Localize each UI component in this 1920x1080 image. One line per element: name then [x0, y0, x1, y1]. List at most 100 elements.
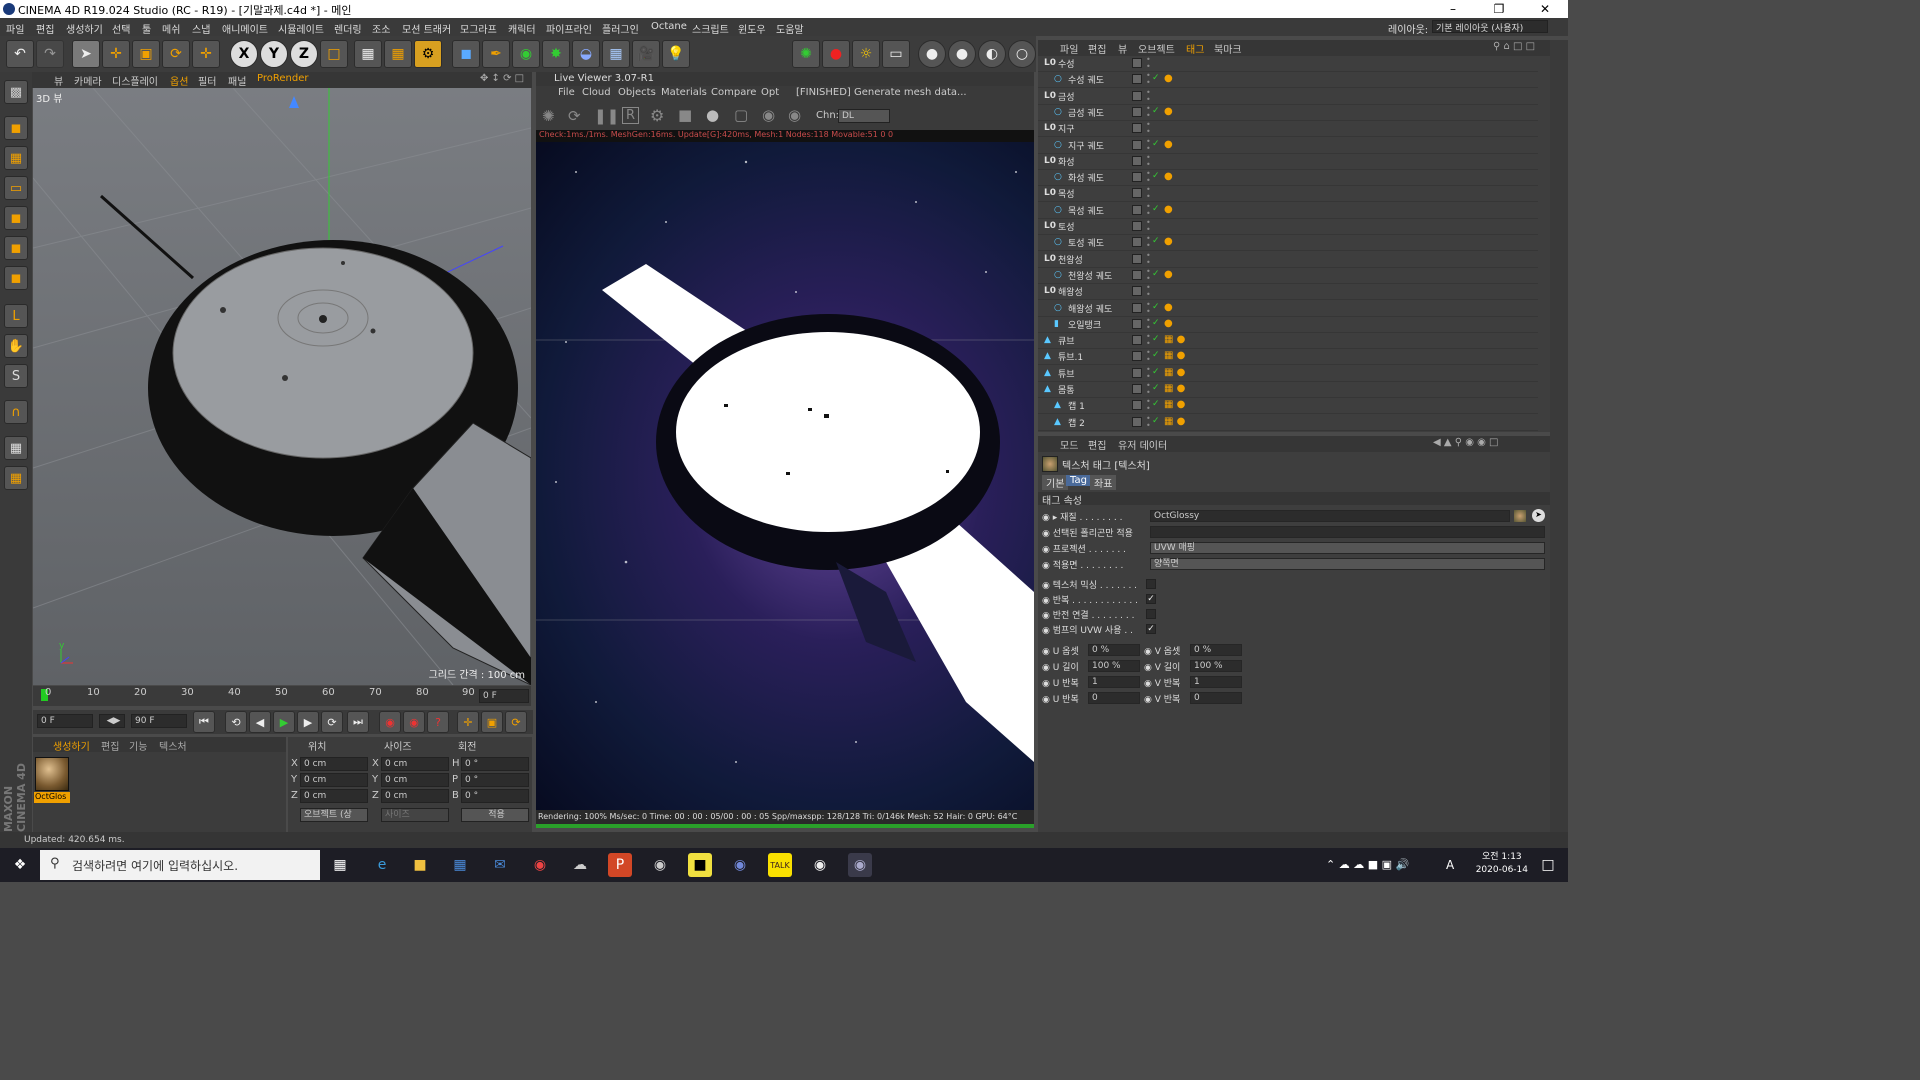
rot-p-field[interactable]: 0 °: [461, 773, 529, 787]
menu-mesh[interactable]: 메쉬: [162, 21, 180, 36]
object-row[interactable]: ▲ 튜브.1 • • ✓ ▦ ●: [1038, 349, 1538, 366]
redo-icon[interactable]: ↷: [36, 40, 64, 68]
keyframe-selection-icon[interactable]: ?: [427, 711, 449, 733]
v-length-field[interactable]: 100 %: [1190, 660, 1242, 672]
tag-icon[interactable]: ▦ ●: [1164, 416, 1185, 427]
tag-icon[interactable]: ●: [1164, 236, 1173, 247]
layer-icon[interactable]: [1132, 302, 1142, 313]
layer-icon[interactable]: [1132, 318, 1142, 329]
visibility-dots-icon[interactable]: • •: [1146, 251, 1151, 266]
axis-mode-icon[interactable]: L: [4, 304, 28, 328]
object-name[interactable]: 지구: [1058, 122, 1075, 135]
menu-help[interactable]: 도움말: [776, 21, 804, 36]
object-name[interactable]: 지구 궤도: [1068, 139, 1104, 152]
windows-start-icon[interactable]: ❖: [8, 853, 32, 877]
current-frame-field[interactable]: 0 F: [479, 689, 529, 703]
object-name[interactable]: 화성: [1058, 155, 1075, 168]
menu-tools[interactable]: 툴: [142, 21, 151, 36]
size-mode-dropdown[interactable]: 사이즈: [381, 808, 449, 822]
tag-icon[interactable]: ●: [1164, 139, 1173, 150]
object-name[interactable]: 수성: [1058, 57, 1075, 70]
taskbar-clock[interactable]: 오전 1:13 2020-06-14: [1476, 851, 1528, 877]
object-row[interactable]: ○ 화성 궤도 • • ✓ ●: [1038, 170, 1538, 187]
vp-menu-prorender[interactable]: ProRender: [257, 73, 308, 84]
visibility-dots-icon[interactable]: • •: [1146, 219, 1151, 234]
enabled-check-icon[interactable]: ✓: [1152, 73, 1160, 83]
object-row[interactable]: ▲ 큐브 • • ✓ ▦ ●: [1038, 333, 1538, 350]
object-row[interactable]: L0 지구 • •: [1038, 121, 1538, 138]
object-name[interactable]: 토성: [1058, 220, 1075, 233]
close-icon[interactable]: ✕: [1522, 0, 1568, 18]
material-swatch[interactable]: [35, 757, 69, 791]
tag-icon[interactable]: ▦ ●: [1164, 399, 1185, 410]
enabled-check-icon[interactable]: ✓: [1152, 318, 1160, 328]
enabled-check-icon[interactable]: ✓: [1152, 383, 1160, 393]
object-name[interactable]: 천왕성 궤도: [1068, 269, 1112, 282]
lv-menu-cloud[interactable]: Cloud: [582, 87, 611, 98]
tag-icon[interactable]: ▦ ●: [1164, 350, 1185, 361]
edges-mode-icon[interactable]: ◼: [4, 236, 28, 260]
next-key-icon[interactable]: ⟳: [321, 711, 343, 733]
lv-menu-materials[interactable]: Materials: [661, 87, 707, 98]
mat-menu-function[interactable]: 기능: [129, 738, 147, 753]
menu-animate[interactable]: 애니메이트: [222, 21, 268, 36]
menu-mograph[interactable]: 모그라프: [460, 21, 497, 36]
size-y-field[interactable]: 0 cm: [381, 773, 449, 787]
z-axis-icon[interactable]: Z: [290, 40, 318, 68]
app-icon[interactable]: ◉: [808, 853, 832, 877]
selection-field[interactable]: [1150, 526, 1545, 538]
visibility-dots-icon[interactable]: • •: [1146, 104, 1151, 119]
tray-icons[interactable]: ⌃ ☁ ☁ ■ ▣ 🔊: [1326, 858, 1409, 871]
tag-icon[interactable]: ●: [1164, 302, 1173, 313]
octane-daylight-icon[interactable]: ☼: [852, 40, 880, 68]
discord-icon[interactable]: ◉: [728, 853, 752, 877]
scale-tool-icon[interactable]: ▣: [132, 40, 160, 68]
pos-y-field[interactable]: 0 cm: [300, 773, 368, 787]
visibility-dots-icon[interactable]: • •: [1146, 349, 1151, 364]
planar-workplane-icon[interactable]: ▦: [4, 466, 28, 490]
visibility-dots-icon[interactable]: • •: [1146, 56, 1151, 71]
projection-dropdown[interactable]: UVW 매핑: [1150, 542, 1545, 554]
layer-icon[interactable]: [1132, 384, 1142, 394]
start-frame-field[interactable]: 0 F: [37, 714, 93, 728]
enabled-check-icon[interactable]: ✓: [1152, 236, 1160, 246]
layer-icon[interactable]: [1132, 351, 1142, 362]
tweak-mode-icon[interactable]: ✋: [4, 334, 28, 358]
array-icon[interactable]: ✸: [542, 40, 570, 68]
menu-edit[interactable]: 편집: [36, 21, 54, 36]
object-name[interactable]: 천왕성: [1058, 253, 1083, 266]
object-row[interactable]: ○ 천왕성 궤도 • • ✓ ●: [1038, 267, 1538, 284]
menu-sculpt[interactable]: 조소: [372, 21, 390, 36]
task-view-icon[interactable]: ▦: [328, 853, 352, 877]
object-name[interactable]: 목성 궤도: [1068, 204, 1104, 217]
object-name[interactable]: 몸통: [1058, 383, 1075, 396]
lock-icon[interactable]: ■: [678, 106, 692, 124]
layer-icon[interactable]: [1132, 335, 1142, 346]
workplane-icon[interactable]: ▭: [4, 176, 28, 200]
lv-menu-file[interactable]: File: [558, 87, 575, 98]
u-offset-field[interactable]: 0 %: [1088, 644, 1140, 656]
go-start-icon[interactable]: ⏮: [193, 711, 215, 733]
powerpoint-icon[interactable]: P: [608, 853, 632, 877]
ime-indicator[interactable]: A: [1446, 858, 1454, 872]
obj-search-icon[interactable]: ⚲ ⌂ □ □: [1493, 41, 1535, 52]
object-name[interactable]: 캡 1: [1068, 399, 1085, 412]
enabled-check-icon[interactable]: ✓: [1152, 302, 1160, 312]
timeline-ruler[interactable]: 0 10 20 30 40 50 60 70 80 90 0 F: [33, 686, 531, 706]
make-editable-icon[interactable]: ▩: [4, 80, 28, 104]
record-icon[interactable]: ◉: [379, 711, 401, 733]
object-name[interactable]: 수성 궤도: [1068, 73, 1104, 86]
obj-menu-bookmarks[interactable]: 북마크: [1214, 41, 1242, 56]
side-dropdown[interactable]: 양쪽면: [1150, 558, 1545, 570]
tile-checkbox[interactable]: ✓: [1146, 594, 1156, 604]
tag-icon[interactable]: ▦ ●: [1164, 334, 1185, 345]
vp-menu-panel[interactable]: 패널: [228, 73, 246, 88]
object-name[interactable]: 튜브.1: [1058, 350, 1083, 363]
tag-icon[interactable]: ●: [1164, 318, 1173, 329]
lv-menu-opt[interactable]: Opt: [761, 87, 779, 98]
layer-icon[interactable]: [1132, 400, 1142, 411]
vp-menu-display[interactable]: 디스플레이: [112, 73, 158, 88]
layer-icon[interactable]: [1132, 253, 1142, 264]
render-view[interactable]: [536, 142, 1034, 810]
attr-nav-icons[interactable]: ◀ ▲ ⚲ ◉ ◉ □: [1433, 437, 1499, 448]
